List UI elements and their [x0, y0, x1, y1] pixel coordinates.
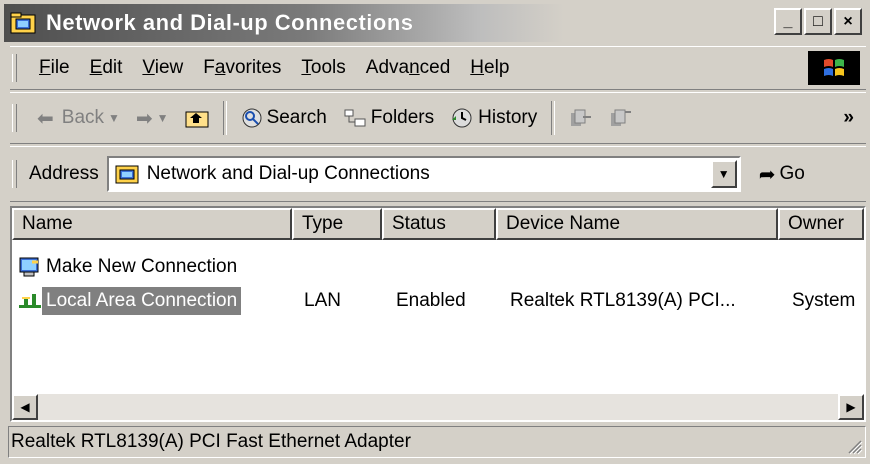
scroll-right-button[interactable]: ▶ — [838, 394, 864, 420]
forward-dropdown-icon[interactable]: ▼ — [157, 111, 169, 125]
folders-label: Folders — [370, 107, 435, 128]
item-status: Enabled — [396, 290, 466, 311]
item-name: Local Area Connection — [42, 287, 242, 315]
move-to-button[interactable] — [561, 98, 601, 138]
lan-connection-icon — [19, 294, 41, 308]
address-input[interactable]: Network and Dial-up Connections ▼ — [106, 156, 741, 192]
menu-view[interactable]: View — [132, 57, 193, 79]
status-bar: Realtek RTL8139(A) PCI Fast Ethernet Ada… — [8, 426, 866, 458]
copy-to-icon — [611, 109, 632, 126]
search-button[interactable]: Search — [233, 98, 335, 138]
window-title: Network and Dial-up Connections — [46, 10, 414, 35]
forward-button[interactable]: ➡ ▼ — [128, 98, 177, 138]
history-icon — [452, 108, 472, 128]
standard-toolbar: ⬅ Back ▼ ➡ ▼ Search Folders History » — [10, 92, 866, 144]
column-header-device-name[interactable]: Device Name — [496, 208, 778, 240]
connections-list[interactable]: Name Type Status Device Name Owner Make … — [10, 206, 866, 422]
up-button[interactable] — [177, 98, 217, 138]
back-label: Back — [61, 107, 105, 128]
column-header-status[interactable]: Status — [382, 208, 496, 240]
go-button[interactable]: ➦ Go — [759, 162, 805, 187]
move-to-icon — [571, 109, 592, 126]
menu-bar: File Edit View Favorites Tools Advanced … — [10, 46, 866, 90]
address-grip[interactable] — [12, 160, 17, 188]
explorer-window: Network and Dial-up Connections _ □ × Fi… — [0, 0, 870, 464]
list-header: Name Type Status Device Name Owner — [12, 208, 864, 240]
menu-file[interactable]: File — [29, 57, 80, 79]
column-header-owner[interactable]: Owner — [778, 208, 864, 240]
column-header-name[interactable]: Name — [12, 208, 292, 240]
maximize-button[interactable]: □ — [804, 8, 832, 35]
go-arrow-icon: ➦ — [758, 163, 776, 186]
resize-grip-icon[interactable] — [843, 435, 863, 455]
back-arrow-icon: ⬅ — [37, 107, 54, 130]
title-bar[interactable]: Network and Dial-up Connections _ □ × — [4, 4, 866, 42]
list-item[interactable]: Local Area Connection LAN Enabled Realte… — [12, 286, 864, 316]
toolbar-overflow-icon[interactable]: » — [843, 107, 854, 129]
item-device-name: Realtek RTL8139(A) PCI... — [510, 290, 736, 311]
address-dropdown-button[interactable]: ▼ — [710, 160, 737, 188]
address-value: Network and Dial-up Connections — [146, 163, 430, 184]
toolbar-grip[interactable] — [12, 104, 17, 132]
address-label: Address — [29, 163, 99, 184]
toolbar-separator — [551, 101, 556, 135]
folders-button[interactable]: Folders — [335, 98, 442, 138]
back-button[interactable]: ⬅ Back ▼ — [29, 98, 128, 138]
column-header-type[interactable]: Type — [292, 208, 382, 240]
scroll-left-button[interactable]: ◀ — [12, 394, 38, 420]
menu-help[interactable]: Help — [460, 57, 519, 79]
menu-advanced[interactable]: Advanced — [356, 57, 461, 79]
history-button[interactable]: History — [442, 98, 545, 138]
windows-logo-icon — [808, 51, 860, 85]
make-new-connection-icon — [19, 257, 39, 277]
horizontal-scrollbar[interactable]: ◀ ▶ — [12, 394, 864, 420]
forward-arrow-icon: ➡ — [135, 107, 153, 130]
item-type: LAN — [304, 290, 341, 311]
history-label: History — [478, 107, 538, 128]
folders-icon — [344, 109, 366, 127]
close-button[interactable]: × — [834, 8, 862, 35]
address-bar: Address Network and Dial-up Connections … — [10, 146, 866, 202]
search-label: Search — [266, 107, 327, 128]
item-name: Make New Connection — [46, 256, 238, 277]
network-folder-icon — [10, 11, 36, 35]
toolbar-separator — [222, 101, 227, 135]
list-item[interactable]: Make New Connection — [12, 252, 864, 282]
menu-grip[interactable] — [12, 54, 17, 82]
menu-edit[interactable]: Edit — [80, 57, 133, 79]
search-icon — [242, 108, 262, 128]
copy-to-button[interactable] — [601, 98, 641, 138]
status-text: Realtek RTL8139(A) PCI Fast Ethernet Ada… — [11, 431, 411, 452]
item-owner: System — [792, 290, 856, 311]
menu-favorites[interactable]: Favorites — [193, 57, 291, 79]
network-folder-icon — [115, 165, 139, 184]
menu-tools[interactable]: Tools — [291, 57, 355, 79]
go-label: Go — [779, 163, 805, 184]
minimize-button[interactable]: _ — [774, 8, 802, 35]
up-folder-icon — [185, 111, 209, 128]
back-dropdown-icon[interactable]: ▼ — [108, 111, 120, 125]
